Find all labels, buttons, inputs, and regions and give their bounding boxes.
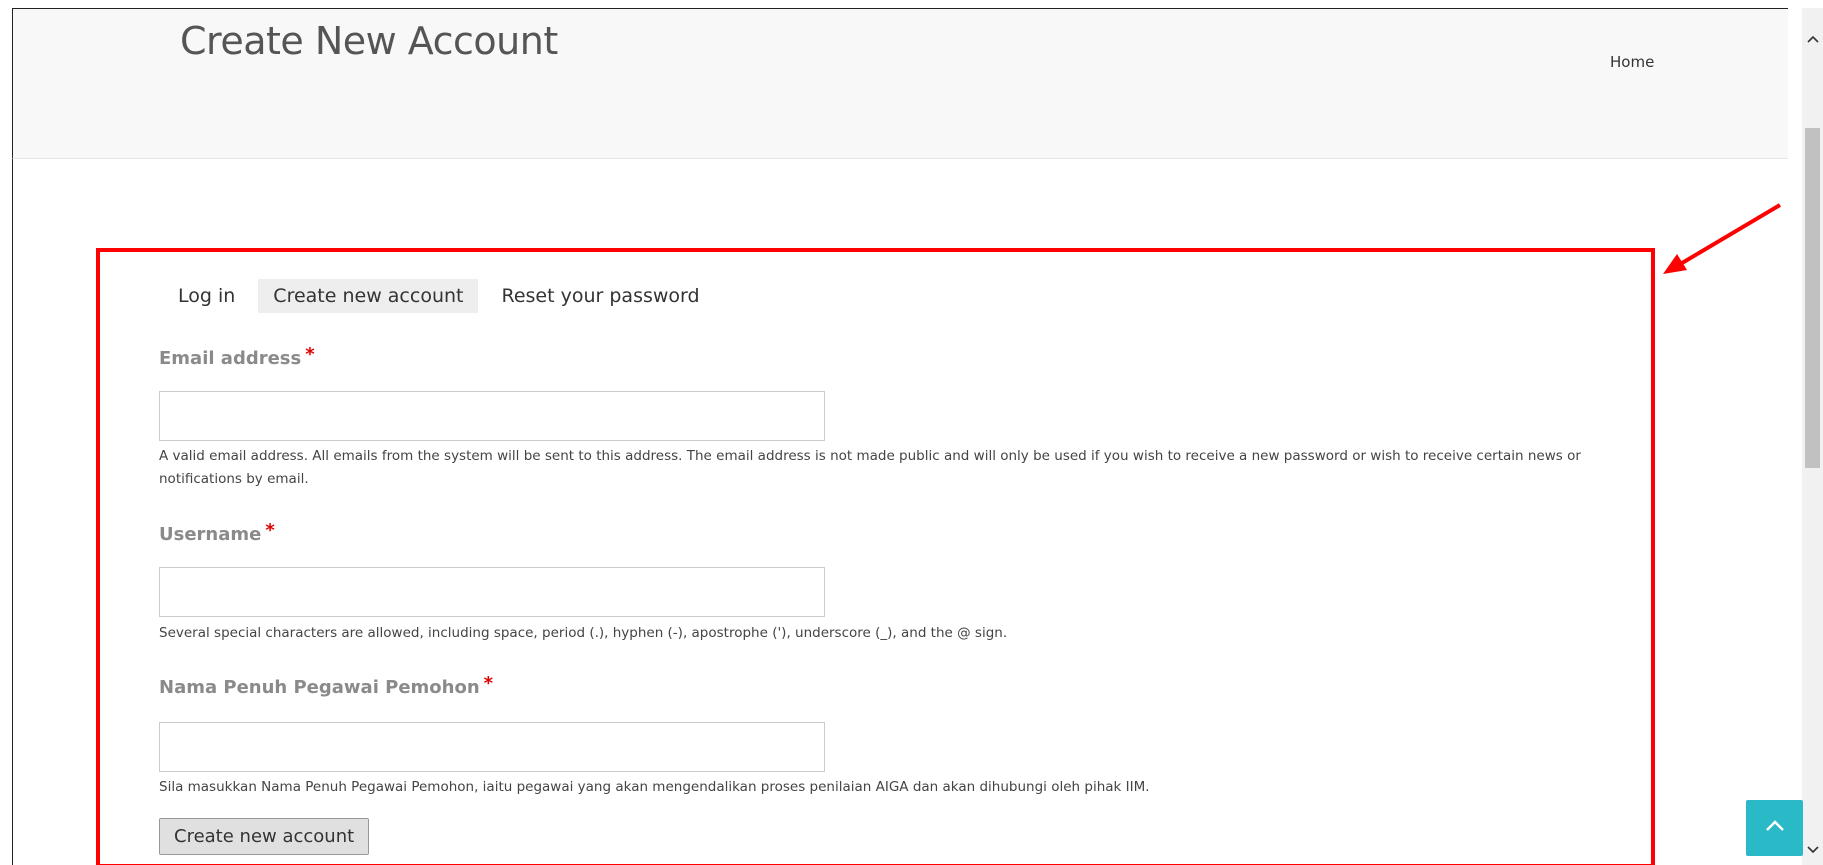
- required-mark: *: [265, 520, 275, 541]
- fullname-label: Nama Penuh Pegawai Pemohon *: [159, 673, 493, 698]
- vertical-scrollbar[interactable]: [1802, 8, 1823, 865]
- fullname-help-text: Sila masukkan Nama Penuh Pegawai Pemohon…: [159, 779, 1150, 795]
- username-help-text: Several special characters are allowed, …: [159, 625, 1008, 641]
- back-to-top-button[interactable]: [1746, 800, 1803, 856]
- chevron-up-icon: [1765, 820, 1784, 831]
- username-field[interactable]: [159, 567, 825, 617]
- email-label: Email address *: [159, 344, 315, 369]
- required-mark: *: [305, 344, 315, 365]
- scrollbar-thumb[interactable]: [1805, 128, 1820, 468]
- caret-down-icon[interactable]: [1802, 839, 1823, 859]
- tab-create-new-account[interactable]: Create new account: [258, 279, 479, 313]
- required-mark: *: [483, 673, 494, 694]
- browser-viewport: Create New Account Home Log in Create ne…: [0, 0, 1823, 865]
- username-label-text: Username: [159, 524, 262, 545]
- caret-up-icon[interactable]: [1802, 28, 1823, 48]
- page-title: Create New Account: [180, 19, 558, 63]
- account-tabs: Log in Create new account Reset your pas…: [163, 279, 723, 313]
- fullname-label-text: Nama Penuh Pegawai Pemohon: [159, 677, 480, 698]
- nav-link-home[interactable]: Home: [1610, 53, 1654, 71]
- username-label: Username *: [159, 520, 275, 545]
- page-header: Create New Account Home: [12, 8, 1788, 159]
- create-account-button[interactable]: Create new account: [159, 818, 370, 855]
- email-help-text: A valid email address. All emails from t…: [159, 448, 1581, 487]
- arrow-icon: [1663, 203, 1782, 274]
- email-field[interactable]: [159, 391, 825, 441]
- fullname-field[interactable]: [159, 722, 825, 772]
- annotation-highlight-box: [96, 248, 1655, 865]
- tab-log-in[interactable]: Log in: [163, 279, 250, 313]
- tab-reset-password[interactable]: Reset your password: [486, 279, 714, 313]
- window-edge: [12, 159, 13, 865]
- email-label-text: Email address: [159, 348, 302, 369]
